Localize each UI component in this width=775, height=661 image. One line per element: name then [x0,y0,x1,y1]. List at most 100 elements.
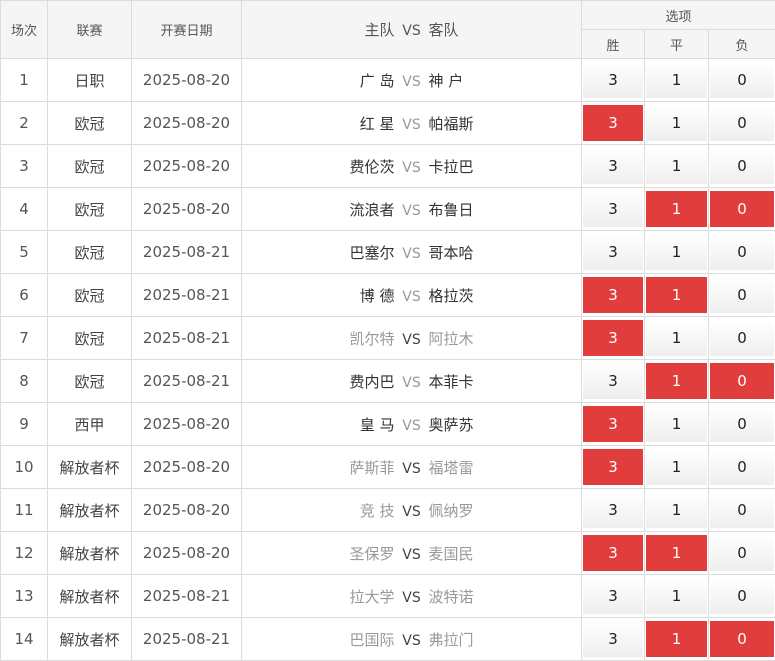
option-draw-button[interactable]: 1 [646,105,707,141]
option-win-button[interactable]: 3 [583,621,643,657]
option-draw-button[interactable]: 1 [646,492,707,528]
option-cell-win: 3 [582,231,645,274]
option-lose-button[interactable]: 0 [710,578,774,614]
option-draw-button[interactable]: 1 [646,363,707,399]
option-lose-button[interactable]: 0 [710,406,774,442]
option-win-button[interactable]: 3 [583,406,643,442]
option-win-button[interactable]: 3 [583,62,643,98]
row-league: 欧冠 [48,145,132,188]
row-index: 10 [1,446,48,489]
option-lose-button[interactable]: 0 [710,62,774,98]
option-win-button[interactable]: 3 [583,234,643,270]
home-team: 费内巴 [315,371,395,392]
vs-label: VS [395,633,429,649]
option-lose-button[interactable]: 0 [710,191,774,227]
option-draw-button[interactable]: 1 [646,148,707,184]
home-team: 流浪者 [315,199,395,220]
option-win-button[interactable]: 3 [583,105,643,141]
table-row: 4欧冠2025-08-20流浪者VS布鲁日310 [1,188,775,231]
away-team: 帕福斯 [429,113,509,134]
vs-label: VS [395,332,429,348]
option-draw-button[interactable]: 1 [646,234,707,270]
vs-label: VS [395,590,429,606]
col-league: 联赛 [48,1,132,59]
row-league: 欧冠 [48,317,132,360]
option-lose-button[interactable]: 0 [710,492,774,528]
vs-label: VS [395,160,429,176]
option-cell-draw: 1 [645,360,709,403]
option-win-button[interactable]: 3 [583,320,643,356]
row-date: 2025-08-20 [132,188,242,231]
option-win-button[interactable]: 3 [583,191,643,227]
option-win-button[interactable]: 3 [583,148,643,184]
option-lose-button[interactable]: 0 [710,449,774,485]
table-row: 1日职2025-08-20广 岛VS神 户310 [1,59,775,102]
row-date: 2025-08-20 [132,145,242,188]
away-team: 弗拉门 [429,629,509,650]
option-draw-button[interactable]: 1 [646,621,707,657]
col-lose: 负 [709,30,775,59]
option-lose-button[interactable]: 0 [710,363,774,399]
option-cell-win: 3 [582,317,645,360]
table-body: 1日职2025-08-20广 岛VS神 户3102欧冠2025-08-20红 星… [1,59,775,661]
row-match: 竞 技VS佩纳罗 [242,489,582,532]
option-lose-button[interactable]: 0 [710,277,774,313]
option-draw-button[interactable]: 1 [646,578,707,614]
row-date: 2025-08-20 [132,59,242,102]
row-date: 2025-08-21 [132,231,242,274]
home-team: 巴国际 [315,629,395,650]
option-cell-draw: 1 [645,274,709,317]
row-league: 解放者杯 [48,532,132,575]
option-lose-button[interactable]: 0 [710,621,774,657]
option-cell-lose: 0 [709,145,775,188]
option-draw-button[interactable]: 1 [646,449,707,485]
match-table: 场次 联赛 开赛日期 主队VS客队 选项 胜 平 负 1日职2025-08-20… [0,0,775,661]
option-lose-button[interactable]: 0 [710,535,774,571]
option-win-button[interactable]: 3 [583,363,643,399]
option-draw-button[interactable]: 1 [646,535,707,571]
option-cell-lose: 0 [709,532,775,575]
option-draw-button[interactable]: 1 [646,277,707,313]
option-cell-draw: 1 [645,446,709,489]
option-lose-button[interactable]: 0 [710,105,774,141]
option-draw-button[interactable]: 1 [646,320,707,356]
row-league: 欧冠 [48,274,132,317]
option-win-button[interactable]: 3 [583,492,643,528]
row-index: 7 [1,317,48,360]
option-lose-button[interactable]: 0 [710,148,774,184]
vs-label: VS [395,74,429,90]
option-win-button[interactable]: 3 [583,449,643,485]
row-index: 2 [1,102,48,145]
option-win-button[interactable]: 3 [583,535,643,571]
option-lose-button[interactable]: 0 [710,234,774,270]
col-home: 主队 [315,19,395,40]
option-cell-draw: 1 [645,188,709,231]
option-draw-button[interactable]: 1 [646,191,707,227]
option-win-button[interactable]: 3 [583,277,643,313]
row-match: 流浪者VS布鲁日 [242,188,582,231]
option-win-button[interactable]: 3 [583,578,643,614]
row-match: 红 星VS帕福斯 [242,102,582,145]
vs-label: VS [395,547,429,563]
option-cell-lose: 0 [709,446,775,489]
row-match: 圣保罗VS麦国民 [242,532,582,575]
option-cell-draw: 1 [645,59,709,102]
row-match: 萨斯菲VS福塔雷 [242,446,582,489]
row-index: 4 [1,188,48,231]
row-league: 解放者杯 [48,618,132,661]
table-row: 12解放者杯2025-08-20圣保罗VS麦国民310 [1,532,775,575]
vs-label: VS [395,203,429,219]
vs-label: VS [395,246,429,262]
vs-label: VS [395,375,429,391]
row-league: 欧冠 [48,360,132,403]
option-draw-button[interactable]: 1 [646,406,707,442]
option-cell-lose: 0 [709,59,775,102]
row-index: 8 [1,360,48,403]
row-league: 日职 [48,59,132,102]
table-row: 8欧冠2025-08-21费内巴VS本菲卡310 [1,360,775,403]
option-cell-win: 3 [582,532,645,575]
row-index: 3 [1,145,48,188]
option-cell-draw: 1 [645,532,709,575]
option-lose-button[interactable]: 0 [710,320,774,356]
option-draw-button[interactable]: 1 [646,62,707,98]
